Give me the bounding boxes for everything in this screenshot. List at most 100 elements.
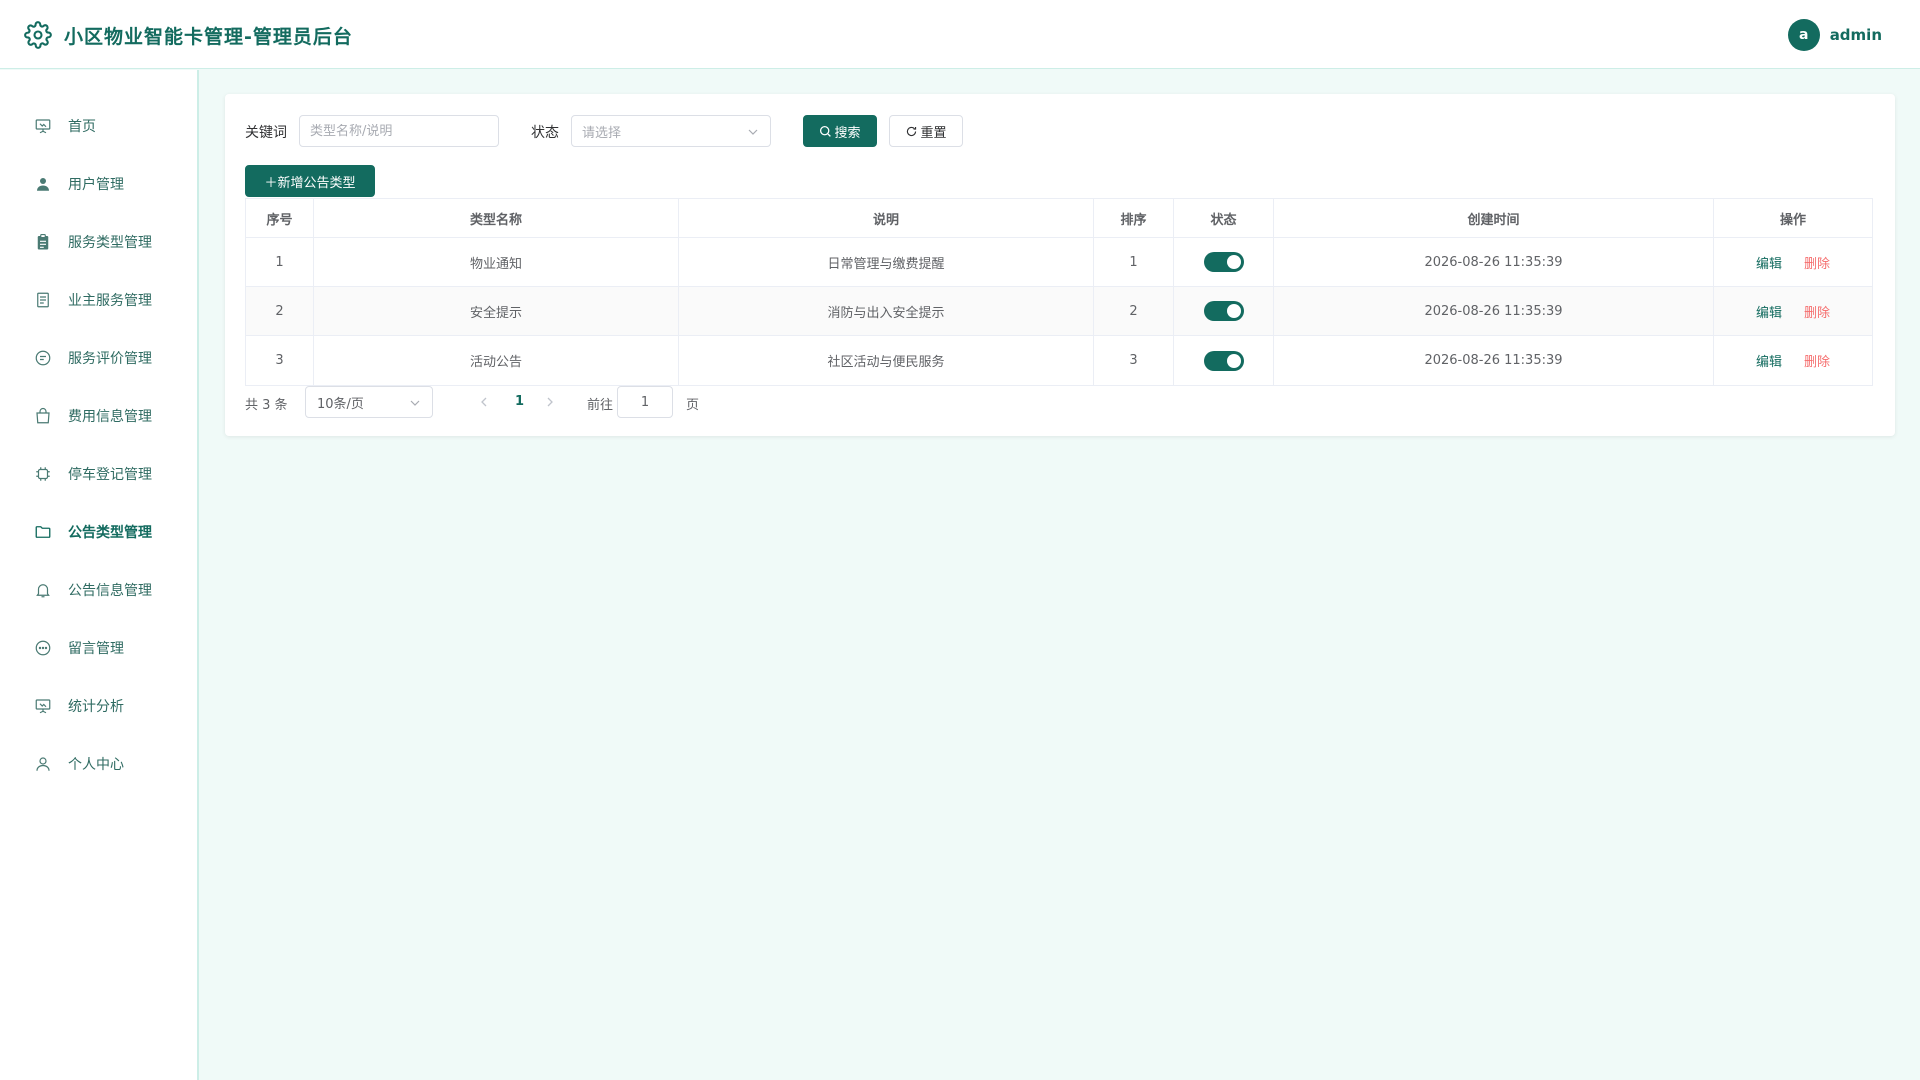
cell-status	[1174, 287, 1274, 335]
folder-icon	[35, 526, 51, 538]
chart-board-icon	[35, 699, 51, 714]
keyword-input[interactable]	[310, 123, 498, 139]
sidebar-item-label: 服务类型管理	[68, 235, 152, 251]
top-header: 小区物业智能卡管理-管理员后台 a admin	[0, 0, 1920, 69]
app-title: 小区物业智能卡管理-管理员后台	[64, 26, 353, 48]
sidebar-item-service-reviews[interactable]: 服务评价管理	[0, 329, 197, 387]
reset-button[interactable]: 重置	[889, 115, 963, 147]
presentation-icon	[35, 119, 51, 134]
search-button-label: 搜索	[834, 125, 861, 141]
cell-desc: 社区活动与便民服务	[679, 336, 1094, 385]
column-header: 状态	[1174, 199, 1274, 237]
delete-link[interactable]: 删除	[1804, 302, 1830, 321]
column-header: 序号	[246, 199, 314, 237]
sidebar-item-fees[interactable]: 费用信息管理	[0, 387, 197, 445]
notice-type-table: 序号 类型名称 说明 排序 状态 创建时间 操作 1 物业通知 日常管理与缴费提…	[245, 198, 1873, 386]
page-size-value: 10条/页	[317, 396, 364, 412]
status-label: 状态	[531, 125, 559, 141]
user-menu[interactable]: a admin	[1787, 19, 1882, 51]
delete-link[interactable]: 删除	[1804, 351, 1830, 370]
cell-sort: 3	[1094, 336, 1174, 385]
column-header: 说明	[679, 199, 1094, 237]
sidebar-item-notice-types[interactable]: 公告类型管理	[0, 503, 197, 561]
sidebar-item-statistics[interactable]: 统计分析	[0, 677, 197, 735]
cell-actions: 编辑 删除	[1714, 287, 1872, 335]
chevron-right-icon[interactable]	[543, 395, 557, 409]
sidebar-item-label: 公告信息管理	[68, 583, 152, 599]
cell-index: 2	[246, 287, 314, 335]
search-icon	[820, 125, 832, 137]
sidebar-item-label: 用户管理	[68, 177, 124, 193]
sidebar: 首页 用户管理 服务类型管理 业主服务管理 服务评价管理 费用信息管理 停车登记…	[0, 70, 199, 1080]
cell-desc: 日常管理与缴费提醒	[679, 238, 1094, 286]
edit-link[interactable]: 编辑	[1756, 253, 1782, 272]
sidebar-item-messages[interactable]: 留言管理	[0, 619, 197, 677]
sidebar-item-users[interactable]: 用户管理	[0, 155, 197, 213]
column-header: 类型名称	[314, 199, 679, 237]
page-size-select[interactable]: 10条/页	[305, 386, 433, 418]
cell-desc: 消防与出入安全提示	[679, 287, 1094, 335]
edit-link[interactable]: 编辑	[1756, 302, 1782, 321]
status-toggle[interactable]	[1203, 252, 1244, 272]
edit-link[interactable]: 编辑	[1756, 351, 1782, 370]
gear-icon	[24, 21, 52, 49]
sidebar-item-home[interactable]: 首页	[0, 97, 197, 155]
document-icon	[37, 292, 49, 308]
chevron-left-icon[interactable]	[477, 395, 491, 409]
cell-actions: 编辑 删除	[1714, 238, 1872, 286]
column-header: 操作	[1779, 212, 1806, 228]
cell-name: 安全提示	[314, 287, 679, 335]
add-button-label: ＋新增公告类型	[264, 175, 356, 191]
status-toggle[interactable]	[1203, 301, 1244, 321]
sidebar-item-service-types[interactable]: 服务类型管理	[0, 213, 197, 271]
clipboard-icon	[37, 233, 49, 250]
chip-icon	[36, 467, 50, 481]
sidebar-item-label: 公告类型管理	[68, 525, 152, 541]
table-row: 3 活动公告 社区活动与便民服务 3 2026-08-26 11:35:39 编…	[246, 336, 1872, 385]
sidebar-item-parking[interactable]: 停车登记管理	[0, 445, 197, 503]
status-select-placeholder: 请选择	[582, 125, 622, 141]
goto-page-input[interactable]	[617, 386, 673, 418]
search-button[interactable]: 搜索	[803, 115, 877, 147]
chat-icon	[35, 350, 51, 366]
cell-actions: 编辑 删除	[1714, 336, 1872, 385]
column-header: 排序	[1094, 199, 1174, 237]
user-outline-icon	[36, 757, 50, 771]
cell-name: 物业通知	[314, 238, 679, 286]
sidebar-item-profile[interactable]: 个人中心	[0, 735, 197, 793]
cell-created: 2026-08-26 11:35:39	[1274, 287, 1714, 335]
status-toggle[interactable]	[1203, 350, 1244, 371]
sidebar-item-label: 业主服务管理	[68, 293, 152, 309]
user-icon	[37, 178, 49, 191]
status-select[interactable]: 请选择	[571, 115, 771, 147]
sidebar-item-notices[interactable]: 公告信息管理	[0, 561, 197, 619]
sidebar-item-owner-services[interactable]: 业主服务管理	[0, 271, 197, 329]
cell-status	[1174, 238, 1274, 286]
sidebar-item-label: 费用信息管理	[68, 409, 152, 425]
goto-label: 前往	[587, 398, 614, 413]
cell-index: 1	[246, 238, 314, 286]
chevron-down-icon	[748, 129, 758, 135]
add-notice-type-button[interactable]: ＋新增公告类型	[245, 165, 375, 197]
table-row: 2 安全提示 消防与出入安全提示 2 2026-08-26 11:35:39 编…	[246, 287, 1872, 336]
bell-icon	[36, 584, 50, 598]
message-icon	[35, 640, 51, 656]
table-header: 序号 类型名称 说明 排序 状态 创建时间 操作	[246, 199, 1872, 238]
avatar[interactable]: a	[1787, 19, 1820, 51]
sidebar-item-label: 个人中心	[68, 757, 124, 773]
keyword-label: 关键词	[245, 125, 287, 141]
page-unit-label: 页	[686, 398, 700, 413]
sidebar-item-label: 首页	[68, 119, 96, 135]
cell-sort: 2	[1094, 287, 1174, 335]
refresh-icon	[907, 126, 917, 136]
pagination-total: 共 3 条	[245, 398, 288, 413]
sidebar-item-label: 停车登记管理	[68, 467, 152, 483]
sidebar-item-label: 服务评价管理	[68, 351, 152, 367]
keyword-input-wrapper[interactable]	[299, 115, 499, 147]
sidebar-item-label: 留言管理	[68, 641, 124, 657]
delete-link[interactable]: 删除	[1804, 253, 1830, 272]
username[interactable]: admin	[1830, 26, 1882, 44]
page-number-current[interactable]: 1	[515, 394, 524, 409]
sidebar-item-label: 统计分析	[68, 699, 124, 715]
cell-name: 活动公告	[314, 336, 679, 385]
